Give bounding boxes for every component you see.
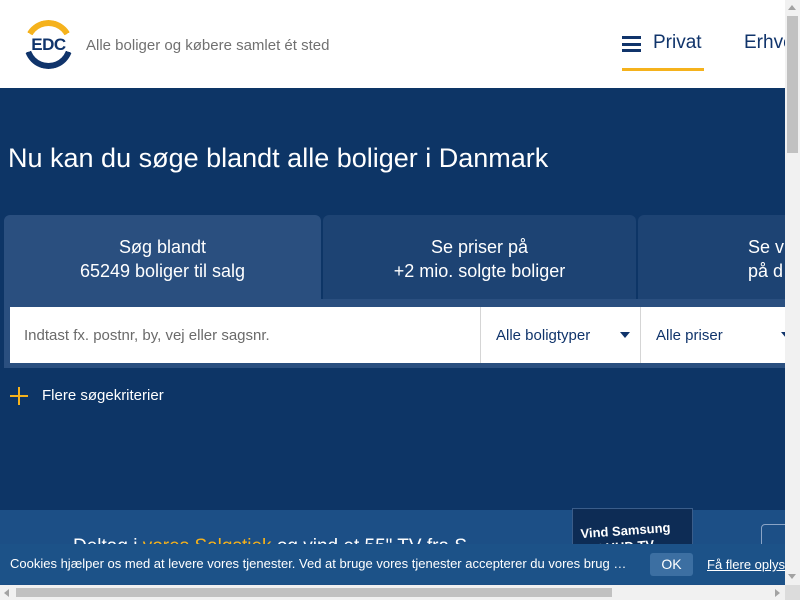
tab-line1: Se priser på (430, 237, 529, 257)
tab-third[interactable]: Se v på d (638, 215, 798, 299)
cookie-bar: Cookies hjælper os med at levere vores t… (0, 544, 800, 584)
tab-line2: 65249 boliger til salg (79, 261, 246, 281)
cookie-ok-button[interactable]: OK (650, 553, 693, 576)
property-type-value: Alle boligtyper (496, 327, 591, 344)
tagline: Alle boliger og købere samlet ét sted (86, 37, 330, 54)
price-select[interactable]: Alle priser (640, 307, 791, 363)
more-criteria-label: Flere søgekriterier (42, 387, 164, 404)
tab-sold-prices[interactable]: Se priser på +2 mio. solgte boliger (323, 215, 636, 299)
vertical-scroll-thumb[interactable] (787, 16, 798, 153)
scroll-up-icon[interactable] (788, 5, 796, 10)
nav-privat-label: Privat (653, 32, 702, 53)
promo-image-line1: Vind Samsung (579, 519, 671, 542)
logo-text: EDC (31, 35, 66, 54)
hero-section: Nu kan du søge blandt alle boliger i Dan… (0, 88, 798, 510)
tab-line1: Søg blandt (118, 237, 207, 257)
caret-down-icon (620, 332, 630, 338)
tab-search-for-sale[interactable]: Søg blandt 65249 boliger til salg (4, 215, 321, 299)
scroll-right-icon[interactable] (775, 589, 780, 597)
scroll-down-icon[interactable] (788, 574, 796, 579)
horizontal-scroll-thumb[interactable] (16, 588, 612, 597)
site-header: EDC Alle boliger og købere samlet ét ste… (0, 0, 800, 88)
nav-privat[interactable]: Privat (622, 30, 704, 71)
search-panel: Alle boligtyper Alle priser (4, 299, 791, 368)
price-value: Alle priser (656, 327, 723, 344)
menu-icon (622, 36, 641, 52)
vertical-scrollbar[interactable] (785, 0, 800, 585)
tab-line2: +2 mio. solgte boliger (393, 261, 566, 281)
horizontal-scrollbar[interactable] (0, 585, 785, 600)
edc-logo[interactable]: EDC (24, 20, 73, 69)
page-title: Nu kan du søge blandt alle boliger i Dan… (8, 143, 549, 173)
property-type-select[interactable]: Alle boligtyper (480, 307, 640, 363)
scroll-left-icon[interactable] (4, 589, 9, 597)
cookie-message: Cookies hjælper os med at levere vores t… (10, 556, 627, 571)
scrollbar-corner (785, 585, 800, 600)
plus-icon (10, 387, 28, 405)
search-input[interactable] (10, 307, 480, 363)
